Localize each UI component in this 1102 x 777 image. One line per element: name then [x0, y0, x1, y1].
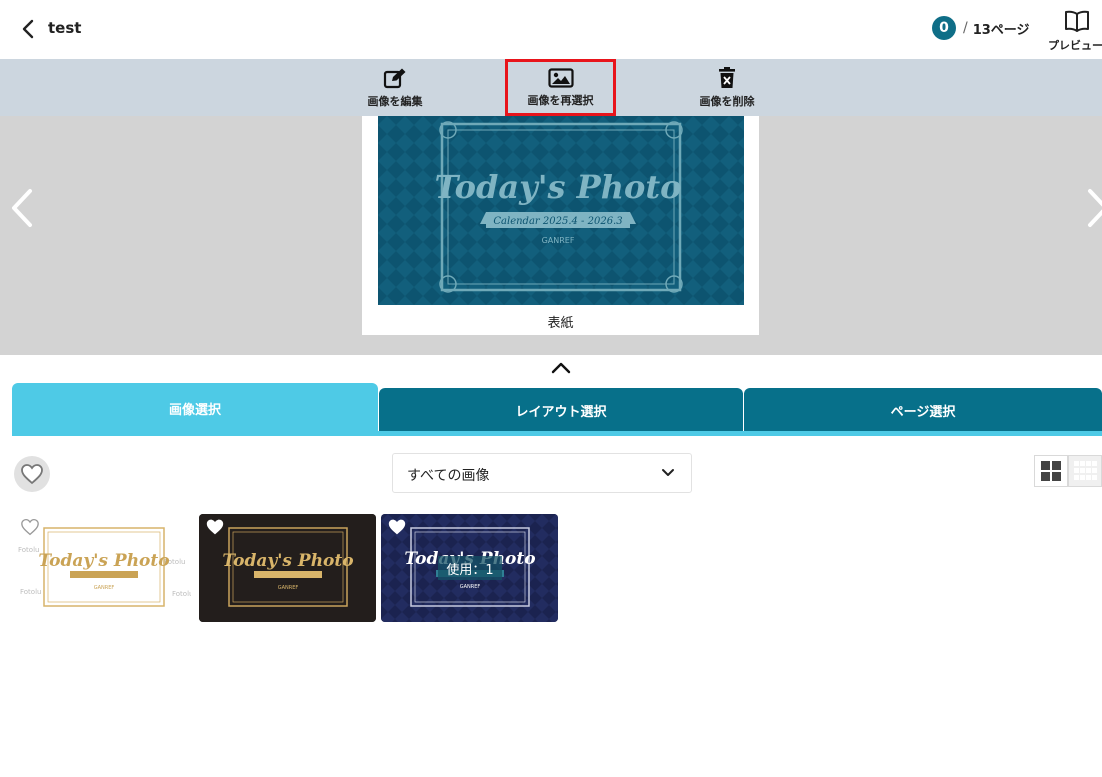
image-category-value: すべての画像	[407, 468, 490, 484]
edit-image-label: 画像を編集	[367, 94, 423, 108]
watermark-text: Fotolu	[20, 588, 41, 596]
chevron-up-icon	[551, 362, 571, 374]
page-preview-area: Today's Photo Calendar 2025.4 - 2026.3 G…	[0, 116, 1102, 355]
image-thumbnail[interactable]: Today's Photo GANREF	[199, 514, 376, 622]
tab-layout-select[interactable]: レイアウト選択	[379, 388, 743, 433]
book-icon	[1065, 10, 1089, 32]
cover-photo: Today's Photo Calendar 2025.4 - 2026.3 G…	[378, 116, 744, 305]
view-mode-toggle	[1034, 455, 1102, 487]
watermark-text: Fotolu	[18, 546, 39, 554]
chevron-right-icon	[1088, 189, 1102, 227]
heart-outline-icon	[21, 464, 43, 485]
heart-filled-icon[interactable]	[387, 518, 407, 536]
thumbnail-title: Today's Photo	[38, 551, 169, 571]
edit-icon	[383, 68, 406, 88]
next-page-button[interactable]	[1082, 188, 1102, 228]
heart-outline-icon[interactable]	[20, 518, 40, 536]
prev-page-button[interactable]	[8, 188, 38, 228]
cover-photo-title: Today's Photo	[435, 168, 682, 206]
preview-label: プレビュー	[1048, 39, 1102, 52]
image-icon	[547, 67, 574, 88]
large-grid-view-button[interactable]	[1034, 455, 1068, 487]
tab-page-select[interactable]: ページ選択	[744, 388, 1102, 433]
thumbnail-brand: GANREF	[94, 585, 115, 591]
tab-layout-select-label: レイアウト選択	[515, 405, 607, 420]
trash-icon	[719, 66, 735, 88]
page-counter: 0 / 13ページ	[932, 16, 1030, 40]
tab-image-select[interactable]: 画像選択	[12, 383, 378, 433]
cover-photo-subtitle: Calendar 2025.4 - 2026.3	[493, 216, 622, 227]
album-title: test	[48, 19, 82, 37]
reselect-image-button[interactable]: 画像を再選択	[505, 59, 616, 116]
delete-image-label: 画像を削除	[699, 94, 755, 108]
chevron-left-icon	[22, 19, 34, 39]
image-thumbnail[interactable]: Today's Photo GANREF 使用：1	[381, 514, 558, 622]
cover-page-label: 表紙	[547, 316, 574, 331]
small-grid-view-button[interactable]	[1068, 455, 1102, 487]
image-toolbar: 画像を編集 画像を再選択 画像を削除	[0, 59, 1102, 116]
collapse-panel-button[interactable]	[549, 360, 573, 376]
filled-count-badge: 0	[932, 16, 956, 40]
back-button[interactable]	[18, 18, 40, 40]
image-category-select[interactable]: すべての画像	[392, 453, 692, 493]
tab-underline	[12, 431, 1102, 436]
thumbnail-title: Today's Photo	[222, 551, 353, 571]
cover-page-card[interactable]: Today's Photo Calendar 2025.4 - 2026.3 G…	[362, 116, 759, 335]
image-thumbnail[interactable]: Fotolu Fotolu Fotolu Fotolu Today's Phot…	[14, 514, 191, 622]
edit-image-button[interactable]: 画像を編集	[345, 59, 445, 116]
delete-image-button[interactable]: 画像を削除	[677, 59, 777, 116]
app-header: test 0 / 13ページ プレビュー	[0, 0, 1102, 59]
page-separator: /	[963, 20, 968, 36]
preview-button[interactable]: プレビュー	[1046, 9, 1102, 55]
grid-large-icon	[1041, 461, 1061, 481]
page-total: 13ページ	[972, 22, 1030, 38]
panel-tabs: 画像選択 レイアウト選択 ページ選択	[12, 383, 1102, 437]
watermark-text: Fotolu	[172, 590, 191, 598]
cover-photo-brand: GANREF	[542, 236, 575, 245]
heart-filled-icon[interactable]	[205, 518, 225, 536]
tab-page-select-label: ページ選択	[890, 405, 956, 420]
reselect-image-label: 画像を再選択	[527, 93, 594, 107]
tab-image-select-label: 画像選択	[168, 402, 221, 418]
favorite-filter-button[interactable]	[14, 456, 50, 492]
thumbnail-brand: GANREF	[278, 585, 299, 591]
thumbnail-brand: GANREF	[460, 584, 481, 590]
chevron-left-icon	[12, 189, 32, 227]
used-count-badge: 使用：1	[438, 556, 502, 580]
grid-small-icon	[1074, 461, 1097, 480]
chevron-down-icon	[662, 469, 674, 476]
